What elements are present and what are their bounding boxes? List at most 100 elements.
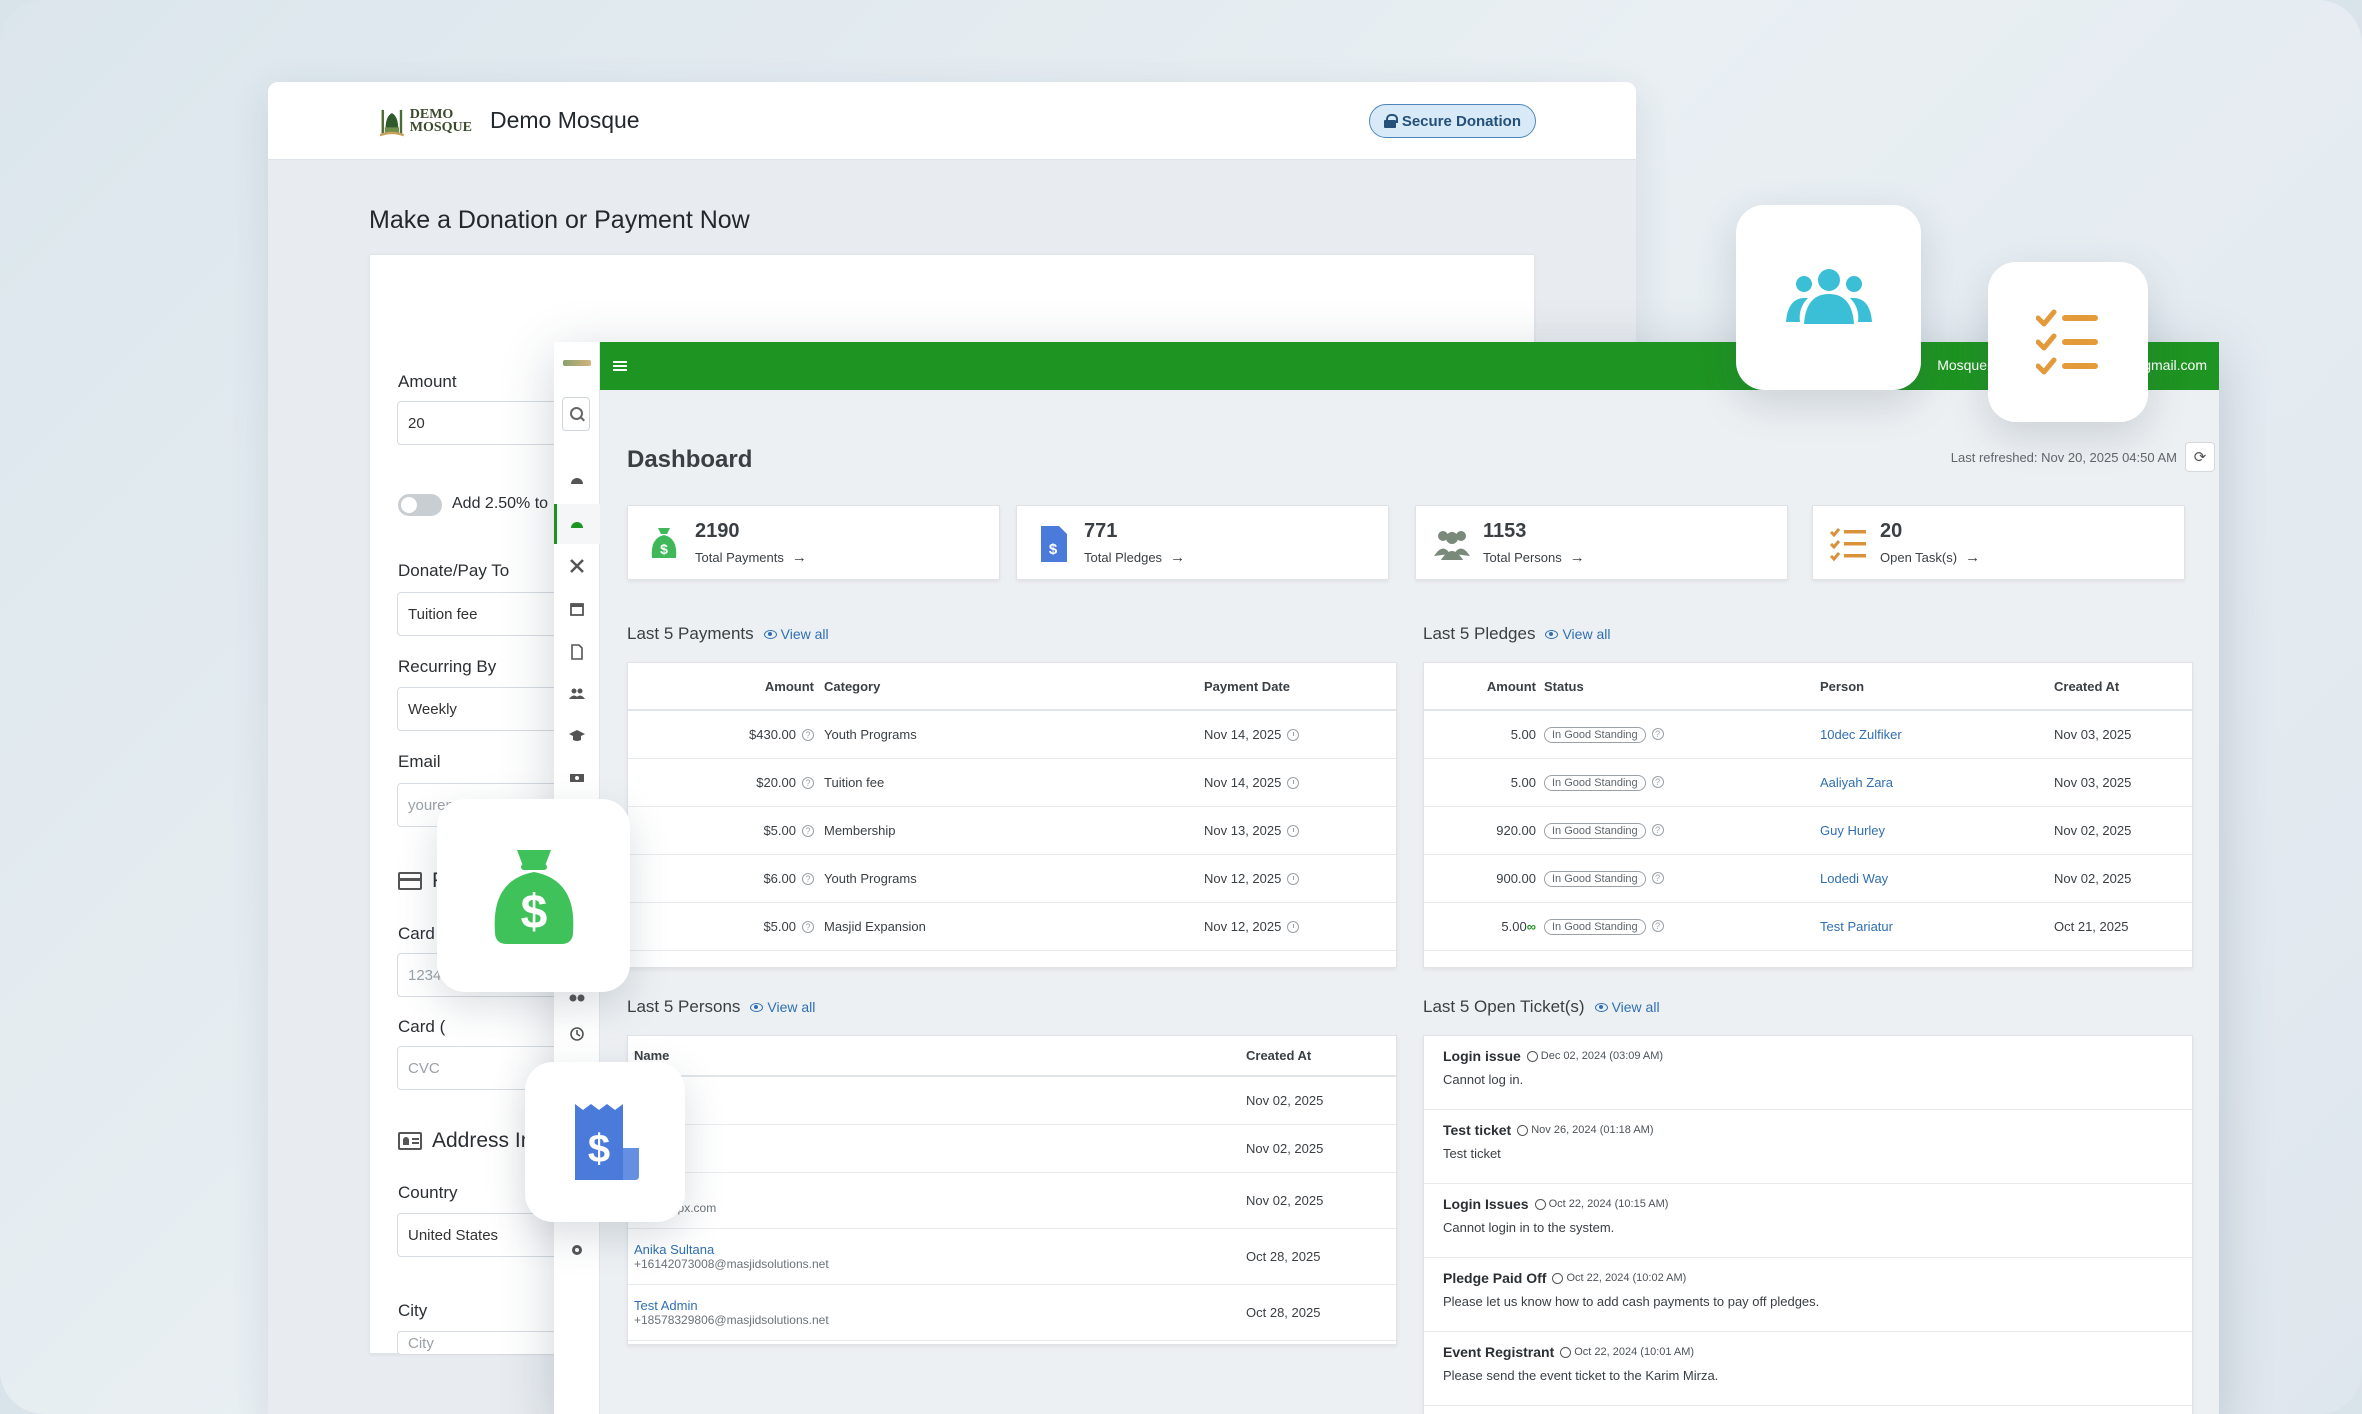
secure-donation-button[interactable]: Secure Donation <box>1368 104 1536 138</box>
ticket-title[interactable]: Login issue <box>1443 1048 1521 1064</box>
sidebar-item-history[interactable] <box>569 1026 585 1041</box>
payments-view-all-link[interactable]: View all <box>763 626 829 642</box>
stat-value: 2190 <box>695 520 740 542</box>
sidebar-item-people[interactable] <box>569 686 585 700</box>
person-link[interactable]: Test Pariatur <box>1820 919 1893 934</box>
mosque-selector[interactable]: Mosque <box>1937 357 1987 373</box>
clock-icon[interactable] <box>1287 921 1300 934</box>
sidebar-item-payments[interactable] <box>569 770 585 784</box>
clock-icon[interactable] <box>1287 873 1300 886</box>
info-icon[interactable]: ? <box>802 729 814 742</box>
ticket-title-row: Test ticket Nov 26, 2024 (01:18 AM) <box>1443 1122 2173 1138</box>
person-link[interactable]: Lodedi Way <box>1820 871 1888 886</box>
clock-icon[interactable] <box>1287 729 1300 742</box>
info-icon[interactable]: ? <box>802 825 814 838</box>
payment-date: Nov 14, 2025 <box>1204 758 1396 807</box>
person-link[interactable]: Anika Sultana <box>634 1242 1246 1257</box>
ticket-item[interactable]: Login issue Dec 02, 2024 (03:09 AM) Cannot… <box>1424 1036 2192 1110</box>
person-link[interactable]: Test Admin <box>634 1298 1246 1313</box>
info-icon[interactable]: ? <box>1651 920 1664 933</box>
payment-amount: $6.00? <box>628 854 824 903</box>
table-row[interactable]: $430.00? Youth Programs Nov 14, 2025 <box>628 710 1396 759</box>
status-badge: In Good Standing <box>1544 726 1646 743</box>
table-row[interactable]: ksonNov 02, 2025 <box>628 1076 1396 1125</box>
col-amount[interactable]: Amount <box>628 663 824 711</box>
table-row[interactable]: 5.00 In Good Standing? 10dec Zulfiker Nov 0… <box>1424 710 2192 759</box>
info-icon[interactable]: ? <box>802 777 814 790</box>
table-row[interactable]: Test Admin +18578329806@masjidsolutions.n… <box>628 1284 1396 1341</box>
table-row[interactable]: $5.00? Masjid Expansion Nov 12, 2025 <box>628 902 1396 951</box>
col-amount[interactable]: Amount <box>1424 663 1544 711</box>
table-row[interactable]: 920.00 In Good Standing? Guy Hurley Nov 02,… <box>1424 806 2192 855</box>
hamburger-menu-icon[interactable] <box>613 361 627 371</box>
stat-label: Total Payments → <box>695 549 807 566</box>
info-icon[interactable]: ? <box>1651 776 1664 789</box>
person-link[interactable]: kson <box>634 1093 1246 1108</box>
table-row[interactable]: WaltersNov 02, 2025 <box>628 1124 1396 1173</box>
pledges-view-all-link[interactable]: View all <box>1545 626 1610 642</box>
person-link[interactable]: 10dec Zulfiker <box>1820 727 1902 742</box>
info-icon[interactable]: ? <box>802 873 814 886</box>
ticket-date-text: Dec 02, 2024 (03:09 AM) <box>1540 1050 1664 1062</box>
table-row[interactable]: 900.00 In Good Standing? Lodedi Way Nov 02,… <box>1424 854 2192 903</box>
person-contact: +16142073008@masjidsolutions.net <box>634 1256 829 1271</box>
table-row[interactable]: Anika Sultana +16142073008@masjidsolution… <box>628 1228 1396 1285</box>
col-status[interactable]: Status <box>1544 663 1820 711</box>
person-link[interactable]: Guy Hurley <box>1820 823 1885 838</box>
col-person[interactable]: Person <box>1820 663 2054 711</box>
info-icon[interactable]: ? <box>1651 728 1664 741</box>
ticket-date-text: Oct 22, 2024 (10:01 AM) <box>1574 1346 1695 1358</box>
ticket-date-text: Oct 22, 2024 (10:02 AM) <box>1566 1272 1687 1284</box>
person-link[interactable]: Aaliyah Zara <box>1820 775 1893 790</box>
pledge-amount: 5.00 <box>1424 758 1544 807</box>
fee-toggle[interactable] <box>398 494 442 516</box>
ticket-title[interactable]: Pledge Paid Off <box>1443 1270 1546 1286</box>
sidebar-item-settings[interactable] <box>569 1242 585 1256</box>
ticket-description: Cannot log in. <box>1443 1072 1524 1087</box>
ticket-item[interactable]: Pledge Paid Off Oct 22, 2024 (10:02 AM) Pl… <box>1424 1258 2192 1332</box>
info-icon[interactable]: ? <box>802 921 814 934</box>
tickets-view-all-link[interactable]: View all <box>1594 999 1660 1015</box>
person-link[interactable]: ley <box>634 1186 1246 1201</box>
info-icon[interactable]: ? <box>1651 824 1664 837</box>
ticket-item[interactable]: Login Issues Oct 22, 2024 (10:15 AM) Canno… <box>1424 1184 2192 1258</box>
ticket-title[interactable]: Event Registrant <box>1443 1344 1554 1360</box>
refresh-button[interactable]: ⟳ <box>2185 442 2215 472</box>
table-row[interactable]: $20.00? Tuition fee Nov 14, 2025 <box>628 758 1396 807</box>
table-row[interactable]: ley527@filipx.comNov 02, 2025 <box>628 1172 1396 1229</box>
info-icon[interactable]: ? <box>1651 872 1664 885</box>
sidebar-item-dashboard-alt[interactable] <box>569 472 585 486</box>
sidebar-item-education[interactable] <box>569 728 585 742</box>
dashboard-gauge-icon <box>571 522 583 528</box>
clock-icon[interactable] <box>1287 825 1300 838</box>
persons-view-all-link[interactable]: View all <box>750 999 815 1015</box>
user-email[interactable]: gmail.com <box>2143 357 2207 373</box>
col-created-at[interactable]: Created At <box>1246 1036 1396 1077</box>
col-created-at[interactable]: Created At <box>2054 663 2192 711</box>
person-link[interactable]: Walters <box>634 1141 1246 1156</box>
clock-icon <box>570 1027 584 1041</box>
sidebar-item-tools[interactable] <box>569 558 585 573</box>
table-row[interactable]: 5.00 In Good Standing? Aaliyah Zara Nov 03,… <box>1424 758 2192 807</box>
table-row[interactable]: 5.00∞ In Good Standing? Test Pariatur Oct 2… <box>1424 902 2192 951</box>
stat-open-tasks[interactable]: 20 Open Task(s) → <box>1812 505 2185 580</box>
col-name[interactable]: Name <box>628 1036 1246 1077</box>
table-row[interactable]: $6.00? Youth Programs Nov 12, 2025 <box>628 854 1396 903</box>
eye-icon <box>1594 1002 1608 1012</box>
sidebar-item-calendar[interactable] <box>569 601 585 616</box>
col-payment-date[interactable]: Payment Date <box>1204 663 1396 711</box>
sidebar-search-button[interactable] <box>562 397 590 431</box>
ticket-title[interactable]: Test ticket <box>1443 1122 1511 1138</box>
ticket-item[interactable]: Test ticket Nov 26, 2024 (01:18 AM) Test t… <box>1424 1110 2192 1184</box>
payment-category: Masjid Expansion <box>824 902 1204 951</box>
stat-total-payments[interactable]: $ 2190 Total Payments → <box>627 505 1000 580</box>
stat-total-pledges[interactable]: $ 771 Total Pledges → <box>1016 505 1389 580</box>
ticket-title[interactable]: Login Issues <box>1443 1196 1529 1212</box>
svg-text:$: $ <box>520 886 547 939</box>
stat-total-persons[interactable]: 1153 Total Persons → <box>1415 505 1788 580</box>
table-row[interactable]: $5.00? Membership Nov 13, 2025 <box>628 806 1396 855</box>
col-category[interactable]: Category <box>824 663 1204 711</box>
ticket-item[interactable]: Event Registrant Oct 22, 2024 (10:01 AM) P… <box>1424 1332 2192 1406</box>
sidebar-item-documents[interactable] <box>569 644 585 660</box>
clock-icon[interactable] <box>1287 777 1300 790</box>
